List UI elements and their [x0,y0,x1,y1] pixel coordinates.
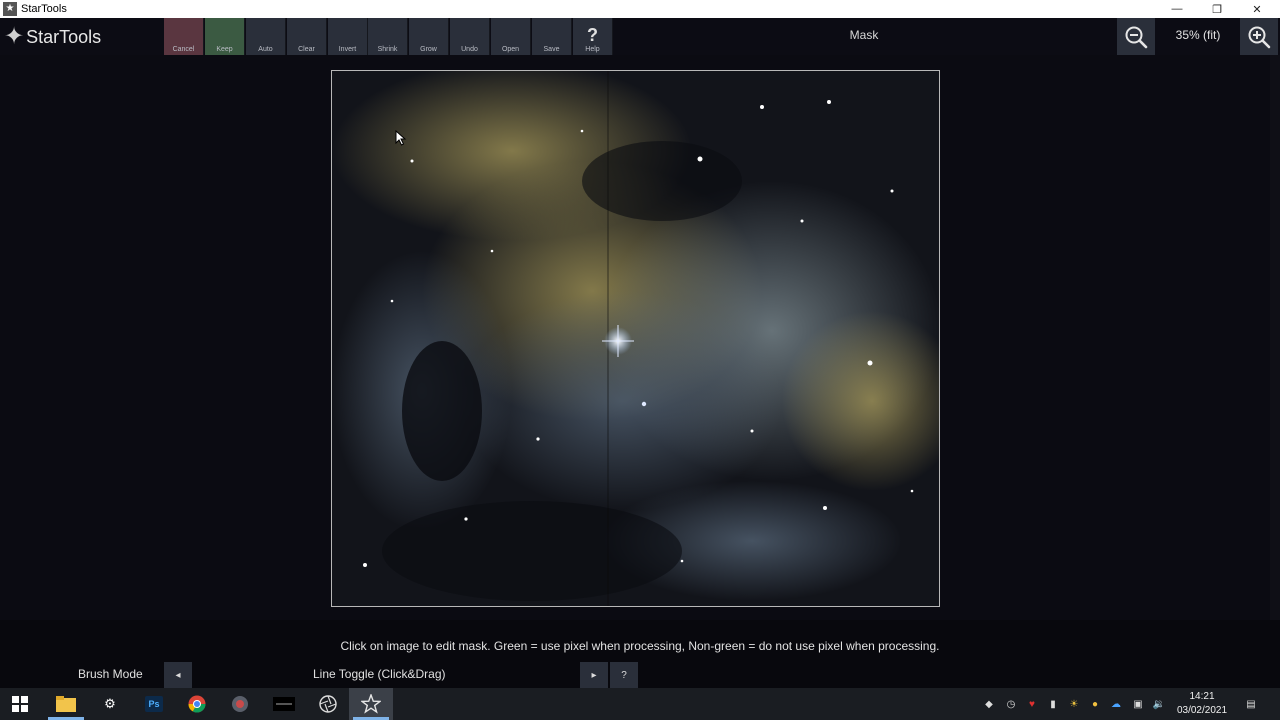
mask-hint-text: Click on image to edit mask. Green = use… [340,639,940,653]
auto-button[interactable]: Auto [246,18,286,55]
zoom-out-icon [1125,26,1148,48]
startools-logo: ✦ StarTools [4,24,101,50]
startools-app-icon: ★ [3,2,17,16]
usb-tray-icon[interactable]: ▮ [1046,697,1060,711]
zoom-in-button[interactable] [1240,18,1278,55]
chrome-logo-icon [188,695,206,713]
logo-text: StarTools [26,26,102,47]
question-mark-icon: ? [587,25,598,45]
cancel-button[interactable]: Cancel [164,18,204,55]
sun-tray-icon[interactable]: ☀ [1067,697,1081,711]
aperture-app-icon [319,695,337,713]
window-title: StarTools [21,3,67,15]
windows-start-icon[interactable] [8,692,32,716]
auto-label: Auto [258,46,273,53]
circle-tray-icon[interactable]: ● [1088,697,1102,711]
brush-mode-help-button[interactable]: ? [610,662,638,688]
chevron-left-icon: ◂ [175,669,181,681]
question-mark-icon: ? [621,669,627,681]
app-icon[interactable] [272,692,296,716]
app-icon[interactable] [228,692,252,716]
windows-taskbar: ⚙ Ps ◆ ◷ ♥ ▮ ☀ ● ☁ ▣ � [0,688,1280,720]
open-label: Open [501,46,520,53]
brush-mode-next-button[interactable]: ▸ [580,662,608,688]
undo-label: Undo [461,46,478,53]
close-button[interactable]: ✕ [1237,0,1277,18]
module-title: Mask [849,28,879,42]
grow-label: Grow [420,46,437,53]
file-explorer-icon[interactable] [54,692,78,716]
clock-date: 03/02/2021 [1176,705,1228,716]
invert-label: Invert [338,46,357,53]
star-icon [361,694,381,714]
clock-tray-icon[interactable]: ◷ [1004,697,1018,711]
settings-gear-icon[interactable]: ⚙ [98,692,122,716]
grow-button[interactable]: Grow [409,18,449,55]
app-icon[interactable] [316,692,340,716]
help-label: Help [585,46,600,53]
star-logo-icon: ✦ [4,23,25,50]
onedrive-tray-icon[interactable]: ☁ [1109,697,1123,711]
window-titlebar: ★ StarTools — ❐ ✕ [0,0,1280,18]
brush-mode-value: Line Toggle (Click&Drag) [313,667,446,681]
open-button[interactable]: Open [491,18,531,55]
clear-button[interactable]: Clear [287,18,327,55]
nebula-image-render [332,71,939,606]
clock-time: 14:21 [1189,691,1215,702]
folder-icon [56,696,76,712]
brush-mode-prev-button[interactable]: ◂ [164,662,192,688]
brush-mode-label: Brush Mode [78,667,143,681]
volume-tray-icon[interactable]: 🔉 [1152,697,1166,711]
windows-logo-icon [12,696,28,712]
minimize-button[interactable]: — [1157,0,1197,18]
cancel-label: Cancel [172,46,195,53]
clear-label: Clear [298,46,315,53]
undo-button[interactable]: Undo [450,18,490,55]
help-button[interactable]: ? Help [573,18,613,55]
heart-tray-icon[interactable]: ♥ [1025,697,1039,711]
bottom-panel: Click on image to edit mask. Green = use… [0,620,1280,688]
mouse-cursor-icon [395,130,407,146]
app-toolbar: ✦ StarTools Cancel Keep Auto Clear Inver… [0,18,1280,55]
vertical-scrollbar[interactable] [1270,55,1280,620]
shrink-label: Shrink [377,46,398,53]
zoom-out-button[interactable] [1117,18,1155,55]
chevron-right-icon: ▸ [591,669,597,681]
zoom-level: 35% (fit) [1175,28,1221,42]
save-label: Save [543,46,560,53]
globe-app-icon [232,696,248,712]
keep-button[interactable]: Keep [205,18,245,55]
security-tray-icon[interactable]: ◆ [982,697,996,711]
chrome-icon[interactable] [185,692,209,716]
photoshop-icon[interactable]: Ps [142,692,166,716]
network-tray-icon[interactable]: ▣ [1131,697,1145,711]
zoom-in-icon [1248,26,1271,48]
save-button[interactable]: Save [532,18,572,55]
restore-button[interactable]: ❐ [1197,0,1237,18]
notifications-icon[interactable]: ▤ [1244,697,1258,711]
invert-button[interactable]: Invert [328,18,368,55]
photoshop-icon-label: Ps [145,696,163,712]
shrink-button[interactable]: Shrink [368,18,408,55]
taskbar-clock[interactable]: 14:21 03/02/2021 [1168,690,1236,718]
dark-app-icon [273,697,295,711]
nebula-image[interactable] [331,70,940,607]
keep-label: Keep [216,46,233,53]
startools-icon[interactable] [359,692,383,716]
